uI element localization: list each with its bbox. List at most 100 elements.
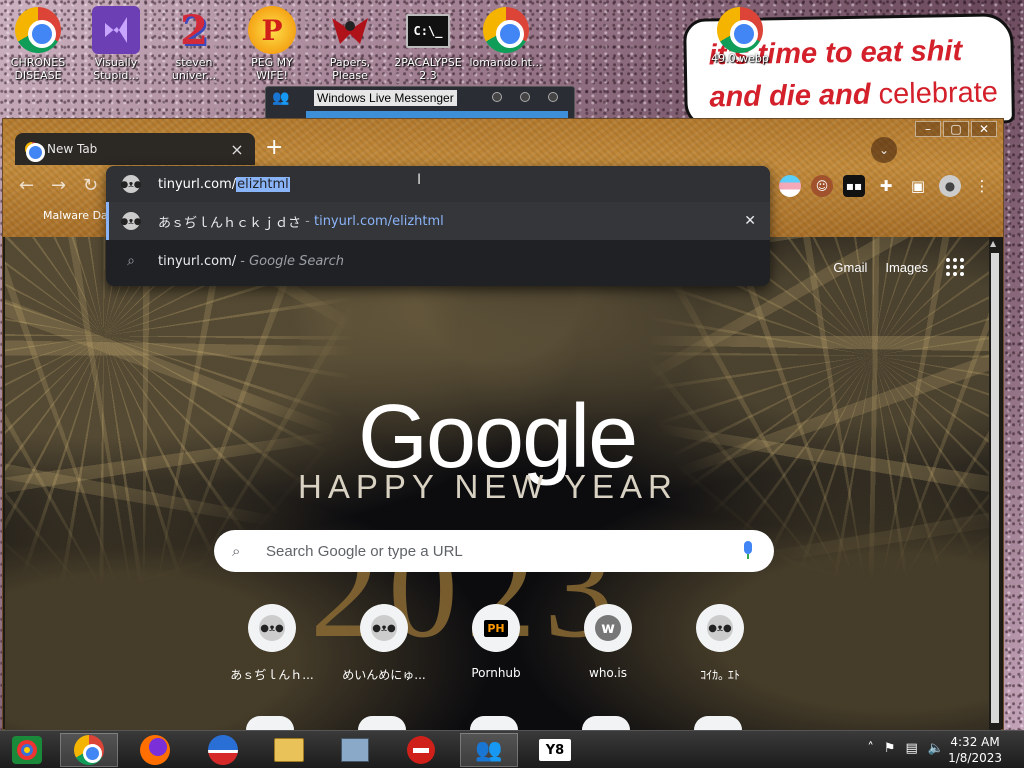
omnibox-input[interactable]: ●ᴥ● tinyurl.com/elizhtml I: [106, 166, 770, 202]
puzzle-icon[interactable]: ✚: [875, 175, 897, 197]
shortcut-tile-partial[interactable]: [246, 716, 294, 730]
taskbar-firefox[interactable]: [126, 733, 184, 767]
close-button[interactable]: ✕: [971, 121, 997, 137]
shortcut-label: who.is: [589, 666, 627, 680]
close-icon[interactable]: [548, 92, 558, 102]
desktop-icon-2pacalypse[interactable]: C:\_ 2PACALYPSE 2.3: [390, 6, 466, 82]
text-cursor-icon: I: [417, 172, 422, 188]
taskbar-stop[interactable]: [392, 733, 450, 767]
desktop-icon-papers-please[interactable]: Papers, Please: [312, 6, 388, 82]
apps-grid-icon[interactable]: [946, 258, 964, 276]
suggestion-url: tinyurl.com/elizhtml: [313, 213, 444, 229]
desktop-icon-visual-studio[interactable]: Visually Stupid...: [78, 6, 154, 82]
shortcut-tile[interactable]: w who.is: [552, 604, 664, 683]
firefox-icon: [140, 735, 170, 765]
messenger-window[interactable]: 👥 Windows Live Messenger: [265, 86, 575, 120]
maximize-icon[interactable]: [520, 92, 530, 102]
omnibox-text[interactable]: tinyurl.com/elizhtml: [158, 176, 290, 192]
shortcut-tile[interactable]: ●ᴥ● めいんめにゅ...: [328, 604, 440, 683]
desktop-icon-label: lomando.ht...: [469, 56, 543, 69]
microphone-icon[interactable]: [742, 541, 754, 561]
taskbar-y8[interactable]: Y8: [526, 733, 584, 767]
forward-button[interactable]: →: [51, 175, 66, 196]
flag-icon[interactable]: ⚑: [884, 741, 896, 756]
bookmark-label: Malware Dat: [43, 209, 113, 222]
taskbar-network[interactable]: [326, 733, 384, 767]
bookmark-item[interactable]: Malware Dat: [43, 209, 112, 222]
kitty-icon: ●ᴥ●: [707, 615, 733, 641]
shortcut-label: めいんめにゅ...: [342, 668, 426, 682]
shortcut-tile[interactable]: ●ᴥ● あｓぢｌんｈ...: [216, 604, 328, 683]
gmail-link[interactable]: Gmail: [833, 260, 867, 275]
shortcut-tile-partial[interactable]: [470, 716, 518, 730]
chrome-icon: [25, 142, 45, 162]
tab-search-button[interactable]: ⌄: [871, 137, 897, 163]
obama-logo-icon: [208, 735, 238, 765]
suggestion-title: あｓぢｌんｈｃｋｊｄさ: [158, 215, 302, 231]
shortcut-tile-partial[interactable]: [358, 716, 406, 730]
chrome-icon: [483, 7, 529, 53]
shortcut-label: ｺｲｶ｡ ｴﾄ: [700, 668, 740, 682]
taskbar-obama[interactable]: [194, 733, 252, 767]
desktop-icon-peggle[interactable]: P PEG MY WIFE!: [234, 6, 310, 82]
desktop-icon-label: Visually Stupid...: [93, 56, 139, 82]
images-link[interactable]: Images: [885, 260, 928, 275]
network-tray-icon[interactable]: ▤: [906, 741, 918, 756]
maximize-button[interactable]: ▢: [943, 121, 969, 137]
shortcuts-row: ●ᴥ● あｓぢｌんｈ... ●ᴥ● めいんめにゅ... PH Pornhub w…: [216, 604, 776, 683]
kebab-menu-icon[interactable]: ⋮: [971, 175, 993, 197]
y8-icon: Y8: [539, 739, 571, 761]
suggestion-sub: Google Search: [249, 253, 345, 269]
desktop-icon-chrones-disease[interactable]: CHRONES DISEASE: [0, 6, 76, 82]
clock[interactable]: 4:32 AM 1/8/2023: [948, 734, 1002, 766]
messenger-icon: 👥: [475, 737, 503, 763]
shortcut-label: あｓぢｌんｈ...: [230, 668, 314, 682]
taskbar-chrome[interactable]: [60, 733, 118, 767]
shortcut-tile[interactable]: PH Pornhub: [440, 604, 552, 683]
desktop-icon-webp[interactable]: 49.0.webp: [702, 6, 778, 65]
profile-icon[interactable]: ●: [939, 175, 961, 197]
remove-suggestion-icon[interactable]: ✕: [744, 213, 756, 229]
google-search-box[interactable]: ⌕ Search Google or type a URL: [214, 530, 774, 572]
folder-icon: [274, 738, 304, 762]
tab-new-tab[interactable]: New Tab ×: [15, 133, 255, 165]
back-button[interactable]: ←: [19, 175, 34, 196]
shortcut-label: Pornhub: [471, 666, 521, 680]
taskbar-explorer[interactable]: [260, 733, 318, 767]
stop-icon: [407, 736, 435, 764]
shortcut-tile-partial[interactable]: [694, 716, 742, 730]
minimize-button[interactable]: –: [915, 121, 941, 137]
peggle-icon: P: [248, 6, 296, 54]
omnibox-dropdown: ●ᴥ● tinyurl.com/elizhtml I ●ᴥ● あｓぢｌんｈｃｋｊ…: [106, 166, 770, 286]
tab-close-button[interactable]: ×: [229, 140, 245, 159]
mask-extension-icon[interactable]: ▪▪: [843, 175, 865, 197]
omnibox-suggestion-search[interactable]: ⌕ tinyurl.com/ - Google Search: [106, 242, 770, 280]
new-tab-button[interactable]: +: [265, 137, 283, 159]
start-button[interactable]: [0, 733, 54, 767]
shortcut-tile[interactable]: ●ᴥ● ｺｲｶ｡ ｴﾄ: [664, 604, 776, 683]
desktop-icon-label: PEG MY WIFE!: [251, 56, 293, 82]
scroll-thumb[interactable]: [991, 253, 999, 723]
shortcut-tile-partial[interactable]: [582, 716, 630, 730]
ph-icon: PH: [484, 619, 508, 637]
avatar-extension-icon[interactable]: ☺: [811, 175, 833, 197]
omnibox-suggestion-history[interactable]: ●ᴥ● あｓぢｌんｈｃｋｊｄさ - tinyurl.com/elizhtml ✕: [106, 202, 770, 240]
side-panel-icon[interactable]: ▣: [907, 175, 929, 197]
search-icon: ⌕: [127, 253, 135, 269]
clock-date: 1/8/2023: [948, 751, 1002, 765]
taskbar-messenger[interactable]: 👥: [460, 733, 518, 767]
reload-button[interactable]: ↻: [83, 175, 98, 196]
desktop-icon-steven-universe[interactable]: 2 steven univer...: [156, 6, 232, 83]
minimize-icon[interactable]: [492, 92, 502, 102]
doodle-subtitle: HAPPY NEW YEAR: [298, 468, 678, 505]
show-hidden-icons[interactable]: ˄: [867, 741, 874, 756]
who-is-icon: w: [595, 615, 621, 641]
volume-icon[interactable]: 🔈: [928, 741, 944, 756]
system-tray: ˄ ⚑ ▤ 🔈: [867, 741, 944, 756]
page-scrollbar[interactable]: ▲: [989, 237, 1001, 731]
scroll-up-arrow[interactable]: ▲: [990, 239, 996, 248]
chrome-icon: [15, 7, 61, 53]
desktop-icon-lomando[interactable]: lomando.ht...: [468, 6, 544, 69]
papers-please-icon: [326, 6, 374, 54]
trans-flag-extension-icon[interactable]: [779, 175, 801, 197]
